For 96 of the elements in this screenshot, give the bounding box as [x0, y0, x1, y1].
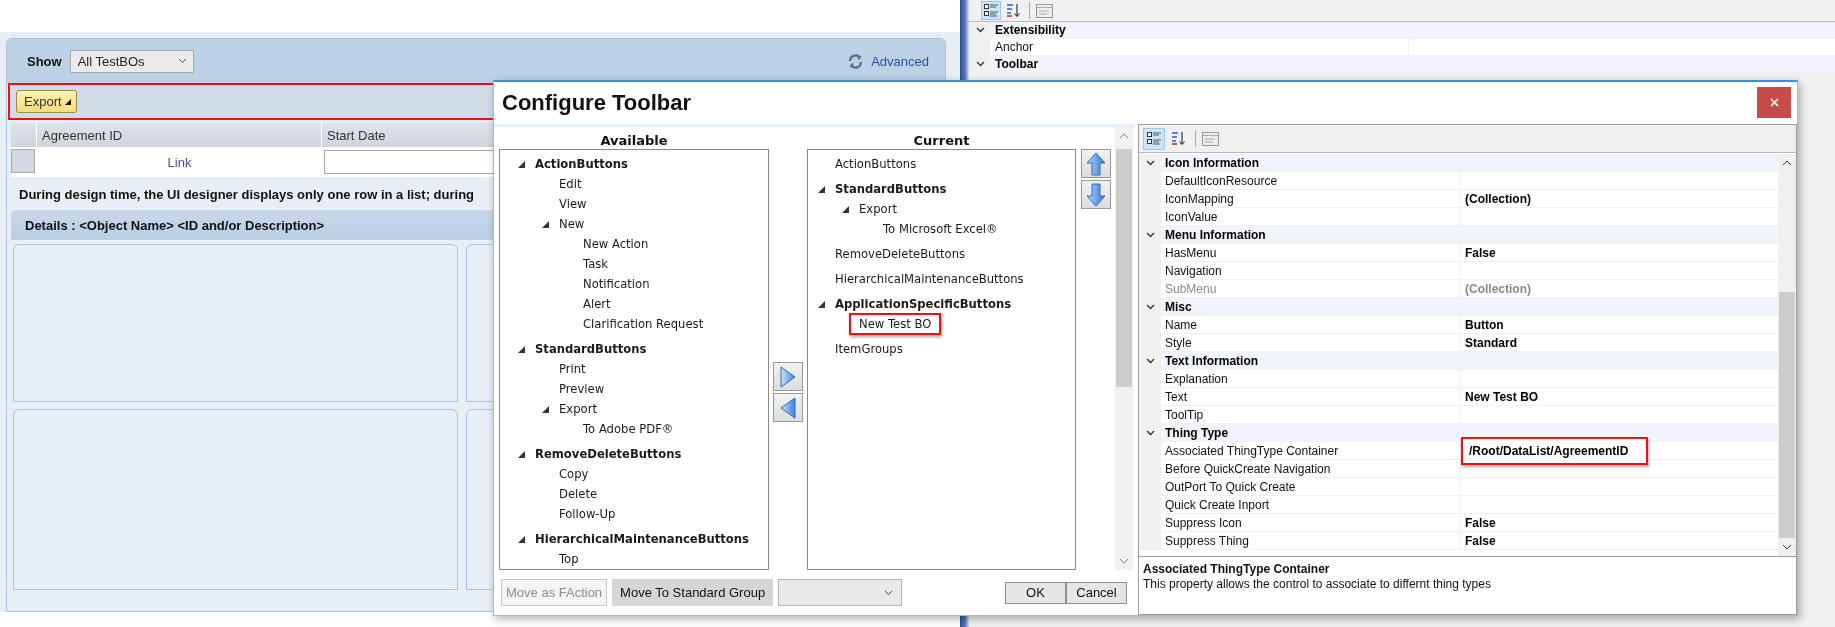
category-header: Misc	[1161, 298, 1778, 315]
arrow-up-icon	[1085, 151, 1106, 176]
property-value[interactable]: (Collection)	[1465, 191, 1531, 206]
tree-item[interactable]: StandardButtons	[835, 182, 947, 196]
add-button[interactable]	[773, 362, 803, 391]
tree-item[interactable]: ItemGroups	[835, 342, 903, 356]
filter-dropdown[interactable]: All TestBOs	[69, 49, 194, 73]
chevron-icon[interactable]	[1145, 303, 1155, 310]
tree-item[interactable]: ApplicationSpecificButtons	[835, 297, 1012, 311]
scroll-up-icon[interactable]	[1782, 160, 1792, 166]
column-header[interactable]: Agreement ID	[37, 123, 322, 147]
tree-item[interactable]: ActionButtons	[535, 157, 628, 171]
column-heading: Current	[912, 133, 971, 149]
sort-icon	[1170, 131, 1186, 146]
tree-item[interactable]: Copy	[559, 467, 589, 481]
tree-item[interactable]: HierarchicalMaintenanceButtons	[535, 532, 749, 546]
tree-item[interactable]: HierarchicalMaintenanceButtons	[835, 272, 1024, 286]
tree-item[interactable]: New Test BO	[849, 313, 942, 335]
close-button[interactable]	[1757, 87, 1791, 118]
refresh-icon[interactable]	[847, 52, 865, 70]
scrollbar[interactable]	[1778, 154, 1796, 556]
chevron-down-icon	[884, 589, 894, 596]
tree-item[interactable]: ActionButtons	[835, 157, 917, 171]
tree-item[interactable]: Export	[559, 402, 597, 416]
caret-icon	[64, 98, 71, 105]
categorized-view-icon	[983, 3, 999, 18]
dialog-title: Configure Toolbar	[502, 90, 692, 116]
description-text: This property allows the control to associate to differnt thing types	[1143, 577, 1492, 591]
property-value[interactable]: False	[1465, 515, 1496, 530]
chevron-icon[interactable]	[1145, 357, 1155, 364]
category-header: Text Information	[1161, 352, 1778, 369]
expanded-triangle-icon[interactable]	[518, 535, 525, 543]
toolbar-button[interactable]: Export	[16, 90, 77, 113]
chevron-icon[interactable]	[1145, 231, 1155, 238]
expanded-triangle-icon[interactable]	[542, 220, 549, 228]
property-value[interactable]: New Test BO	[1465, 389, 1539, 404]
info-text: During design time, the UI designer displays only one row in a list; during	[19, 187, 475, 202]
link[interactable]: Link	[167, 154, 192, 170]
tree-item[interactable]: To Adobe PDF®	[583, 422, 674, 436]
expanded-triangle-icon[interactable]	[842, 205, 849, 213]
dialog-button[interactable]: Cancel	[1066, 581, 1127, 604]
expanded-triangle-icon[interactable]	[518, 345, 525, 353]
description-title: Associated ThingType Container	[1143, 562, 1331, 576]
close-icon[interactable]	[1769, 98, 1779, 107]
sort-icon	[1005, 3, 1021, 18]
property-value[interactable]: False	[1465, 245, 1496, 260]
category-header: Icon Information	[1161, 154, 1778, 171]
tree-item[interactable]: View	[559, 197, 587, 211]
chevron-icon[interactable]	[1145, 159, 1155, 166]
expanded-triangle-icon[interactable]	[818, 185, 825, 193]
dialog-button[interactable]: OK	[1005, 581, 1066, 604]
arrow-left-icon	[780, 396, 796, 419]
expanded-triangle-icon[interactable]	[518, 450, 525, 458]
advanced-link[interactable]: Advanced	[871, 53, 929, 69]
tree-item[interactable]: StandardButtons	[535, 342, 647, 356]
tree-item[interactable]: Follow-Up	[559, 507, 616, 521]
arrow-down-icon	[1085, 182, 1106, 207]
category-header: Thing Type	[1161, 424, 1778, 441]
column-heading: Available	[599, 133, 669, 149]
property-value[interactable]: /Root/DataList/AgreementID	[1461, 436, 1649, 465]
arrow-right-icon	[780, 365, 796, 388]
category-header: Extensibility	[991, 22, 1835, 38]
expanded-triangle-icon[interactable]	[542, 405, 549, 413]
property-value[interactable]: Standard	[1465, 335, 1517, 350]
category-header: Menu Information	[1161, 226, 1778, 243]
tree-item[interactable]: Edit	[559, 177, 582, 191]
tree-item[interactable]: Preview	[559, 382, 605, 396]
property-value[interactable]: Button	[1465, 317, 1504, 332]
tree-item[interactable]: Notification	[583, 277, 650, 291]
tree-item[interactable]: Alert	[583, 297, 611, 311]
action-button[interactable]: Move To Standard Group	[612, 579, 774, 606]
chevron-down-icon	[177, 58, 187, 64]
chevron-icon[interactable]	[975, 61, 985, 67]
tree-item[interactable]: Clarification Request	[583, 317, 704, 331]
tree-item[interactable]: Print	[559, 362, 586, 376]
tree-item[interactable]: New Action	[583, 237, 649, 251]
remove-button[interactable]	[773, 393, 803, 422]
move-down-button[interactable]	[1080, 180, 1111, 209]
tree-item[interactable]: Top	[559, 552, 579, 566]
scroll-down-icon[interactable]	[1782, 544, 1792, 550]
categorized-view-icon	[1146, 131, 1162, 146]
category-header: Toolbar	[991, 56, 1835, 72]
tree-item[interactable]: RemoveDeleteButtons	[835, 247, 966, 261]
view-button[interactable]	[1143, 127, 1165, 150]
tree-item[interactable]: Task	[583, 257, 609, 271]
tree-item[interactable]: New	[559, 217, 585, 231]
tree-item[interactable]: RemoveDeleteButtons	[535, 447, 682, 461]
filter-label: Show	[27, 53, 62, 69]
chevron-icon[interactable]	[975, 27, 985, 33]
tree-item[interactable]: Delete	[559, 487, 598, 501]
move-up-button[interactable]	[1080, 149, 1111, 178]
property-value[interactable]: False	[1465, 533, 1496, 548]
view-button[interactable]	[981, 1, 1001, 20]
expanded-triangle-icon[interactable]	[818, 300, 825, 308]
expanded-triangle-icon[interactable]	[518, 160, 525, 168]
chevron-icon[interactable]	[1145, 429, 1155, 436]
